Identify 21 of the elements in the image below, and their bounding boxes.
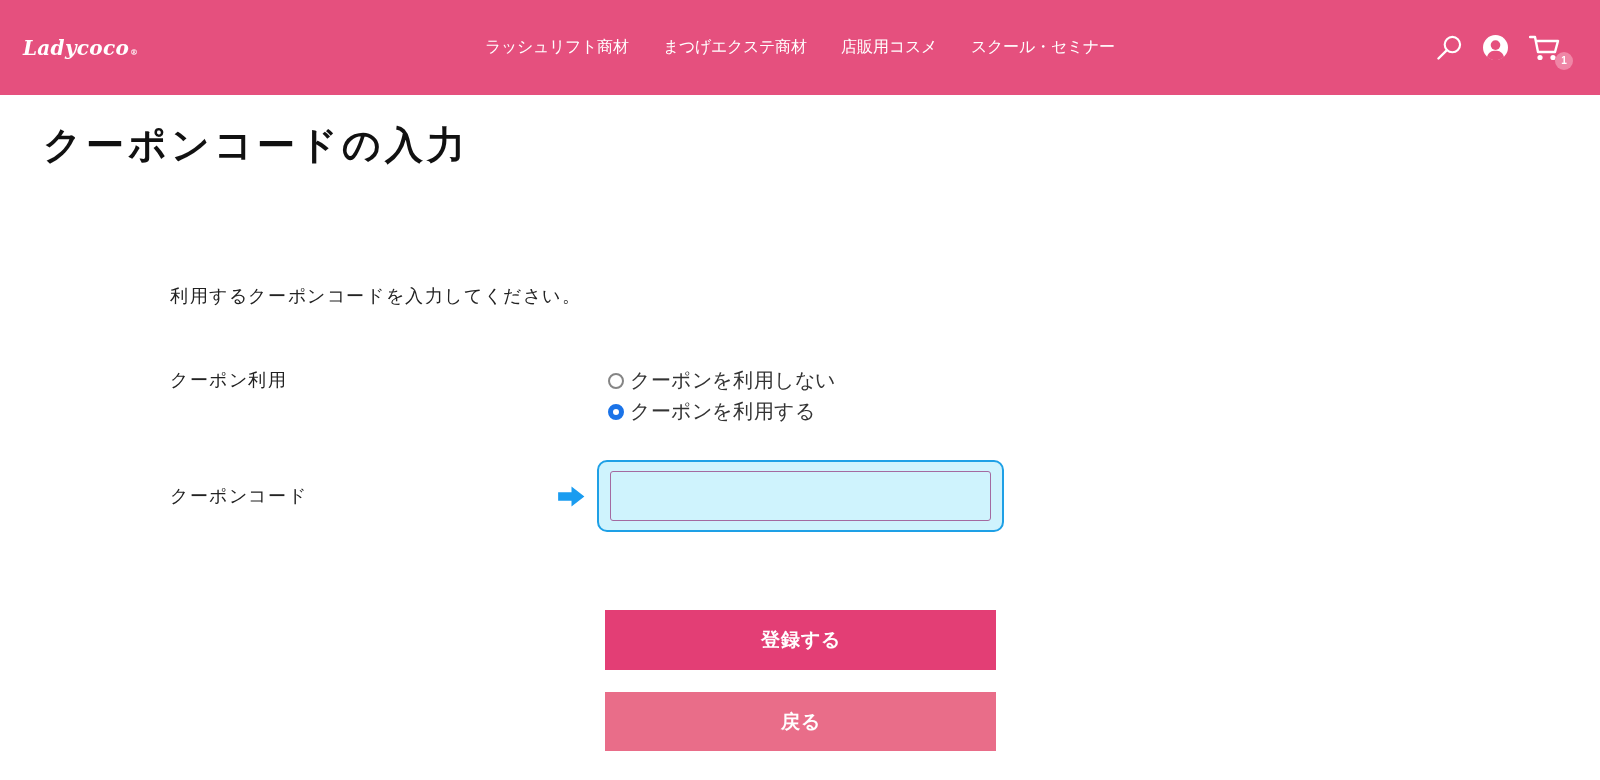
radio-label[interactable]: クーポンを利用しない [630, 365, 836, 396]
coupon-code-field[interactable] [597, 460, 1004, 532]
search-icon[interactable] [1437, 35, 1462, 60]
radio-button[interactable] [608, 403, 624, 420]
arrow-icon [558, 485, 585, 507]
back-button[interactable]: 戻る [605, 692, 996, 751]
nav-link[interactable]: まつげエクステ商材 [663, 37, 807, 58]
logo-link[interactable]: Ladycoco® [23, 35, 139, 60]
field-label: クーポン利用 [170, 369, 288, 392]
user-icon[interactable] [1483, 35, 1508, 60]
cart-icon[interactable] [1529, 34, 1560, 61]
radio-label[interactable]: クーポンを利用する [630, 396, 816, 427]
nav-link[interactable]: 店販用コスメ [841, 37, 937, 58]
intro-text: 利用するクーポンコードを入力してください。 [170, 285, 582, 308]
cart-count-badge: 1 [1555, 51, 1573, 70]
radio-button[interactable] [608, 372, 624, 389]
nav-link[interactable]: スクール・セミナー [971, 37, 1115, 58]
field-label: クーポンコード [170, 484, 308, 508]
page-title: クーポンコードの入力 [43, 123, 469, 168]
submit-button[interactable]: 登録する [605, 610, 996, 670]
nav-link[interactable]: ラッシュリフト商材 [485, 37, 629, 58]
